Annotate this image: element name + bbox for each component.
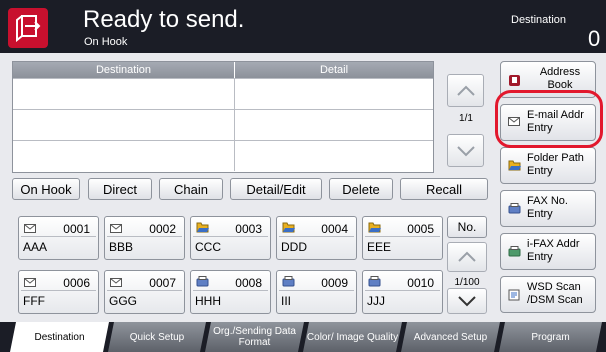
key-number: 0009 (321, 276, 348, 290)
header-bar: Ready to send. On Hook Destination 0 (0, 0, 606, 53)
table-cell (235, 79, 433, 109)
key-name: FFF (23, 294, 45, 308)
key-divider (21, 290, 96, 291)
folder-icon (508, 160, 522, 174)
table-row[interactable] (13, 78, 433, 109)
one-touch-key[interactable]: 0003 CCC (190, 216, 271, 260)
detail-edit-button[interactable]: Detail/Edit (230, 178, 322, 200)
one-touch-key[interactable]: 0007 GGG (104, 270, 185, 314)
on-hook-button[interactable]: On Hook (12, 178, 80, 200)
keys-scroll-up-button[interactable] (447, 242, 487, 272)
key-divider (365, 236, 440, 237)
key-divider (193, 236, 268, 237)
keys-page-indicator: 1/100 (454, 277, 480, 288)
destination-count: 0 (588, 26, 601, 51)
column-header-detail: Detail (319, 64, 349, 76)
chevron-up-icon (456, 85, 475, 96)
key-divider (365, 290, 440, 291)
key-name: JJJ (367, 294, 385, 308)
delete-button[interactable]: Delete (329, 178, 393, 200)
key-number: 0005 (407, 222, 434, 236)
key-name: BBB (109, 240, 134, 254)
tab-advanced-setup[interactable]: Advanced Setup (401, 322, 500, 352)
one-touch-key[interactable]: 0008 HHH (190, 270, 271, 314)
key-divider (21, 236, 96, 237)
key-number: 0008 (235, 276, 262, 290)
recall-button[interactable]: Recall (400, 178, 488, 200)
one-touch-key[interactable]: 0010 JJJ (362, 270, 443, 314)
chevron-up-icon (458, 251, 476, 262)
key-number: 0006 (63, 276, 90, 290)
tab-program[interactable]: Program (499, 322, 602, 352)
tab-quick-setup[interactable]: Quick Setup (108, 322, 206, 352)
key-number: 0010 (407, 276, 434, 290)
key-name: AAA (23, 240, 48, 254)
highlight-ring (495, 90, 603, 148)
key-divider (107, 290, 182, 291)
key-name: HHH (195, 294, 221, 308)
page-title: Ready to send. (83, 6, 245, 33)
status-subtitle: On Hook (84, 36, 128, 48)
chevron-down-icon (458, 296, 476, 307)
key-divider (193, 290, 268, 291)
table-cell (13, 110, 235, 140)
key-divider (107, 236, 182, 237)
one-touch-key[interactable]: 0009 III (276, 270, 357, 314)
key-name: GGG (109, 294, 138, 308)
key-number: 0004 (321, 222, 348, 236)
destination-table: Destination Detail (12, 61, 434, 173)
key-name: DDD (281, 240, 307, 254)
keys-scroll-down-button[interactable] (447, 288, 487, 314)
address-book-icon (508, 74, 521, 90)
one-touch-key[interactable]: 0002 BBB (104, 216, 185, 260)
back-button[interactable] (8, 8, 48, 48)
table-row[interactable] (13, 109, 433, 140)
key-number: 0003 (235, 222, 262, 236)
table-cell (235, 110, 433, 140)
key-name: EEE (367, 240, 392, 254)
table-cell (13, 141, 235, 171)
table-cell (13, 79, 235, 109)
one-touch-key[interactable]: 0004 DDD (276, 216, 357, 260)
column-header-destination: Destination (13, 62, 235, 78)
ifax-icon (508, 246, 521, 260)
side-button-label: Folder Path Entry (527, 152, 584, 177)
direct-button[interactable]: Direct (88, 178, 152, 200)
key-number: 0002 (149, 222, 176, 236)
side-button-label: FAX No. Entry (527, 195, 568, 220)
send-screen: Ready to send. On Hook Destination 0 Des… (0, 0, 606, 352)
side-button-label: WSD Scan /DSM Scan (527, 281, 583, 306)
table-scroll-up-button[interactable] (447, 74, 484, 107)
table-page-indicator: 1/1 (459, 113, 473, 124)
key-divider (279, 236, 354, 237)
folder-path-entry-button[interactable]: Folder Path Entry (500, 147, 596, 184)
key-divider (279, 290, 354, 291)
table-header: Destination Detail (13, 62, 433, 78)
wsd-scan-icon (508, 289, 520, 304)
tab-destination[interactable]: Destination (10, 322, 109, 352)
number-search-button[interactable]: No. (447, 216, 487, 238)
chain-button[interactable]: Chain (159, 178, 223, 200)
destination-count-label: Destination (511, 14, 567, 26)
table-cell (235, 141, 433, 171)
tab-org-sending-data-format[interactable]: Org./Sending Data Format (205, 322, 304, 352)
wsd-dsm-scan-button[interactable]: WSD Scan /DSM Scan (500, 276, 596, 313)
exit-icon (16, 15, 41, 42)
key-name: III (281, 294, 292, 308)
side-button-label: Address Book (539, 66, 581, 91)
key-name: CCC (195, 240, 221, 254)
key-number: 0001 (63, 222, 90, 236)
ifax-addr-entry-button[interactable]: i-FAX Addr Entry (500, 233, 596, 270)
chevron-down-icon (456, 145, 475, 156)
table-row[interactable] (13, 140, 433, 171)
fax-icon (508, 203, 521, 217)
table-scroll-down-button[interactable] (447, 134, 484, 167)
one-touch-key[interactable]: 0005 EEE (362, 216, 443, 260)
side-button-label: i-FAX Addr Entry (527, 238, 580, 263)
key-number: 0007 (149, 276, 176, 290)
tab-color-image-quality[interactable]: Color/ Image Quality (303, 322, 402, 352)
one-touch-key[interactable]: 0006 FFF (18, 270, 99, 314)
one-touch-key[interactable]: 0001 AAA (18, 216, 99, 260)
fax-no-entry-button[interactable]: FAX No. Entry (500, 190, 596, 227)
